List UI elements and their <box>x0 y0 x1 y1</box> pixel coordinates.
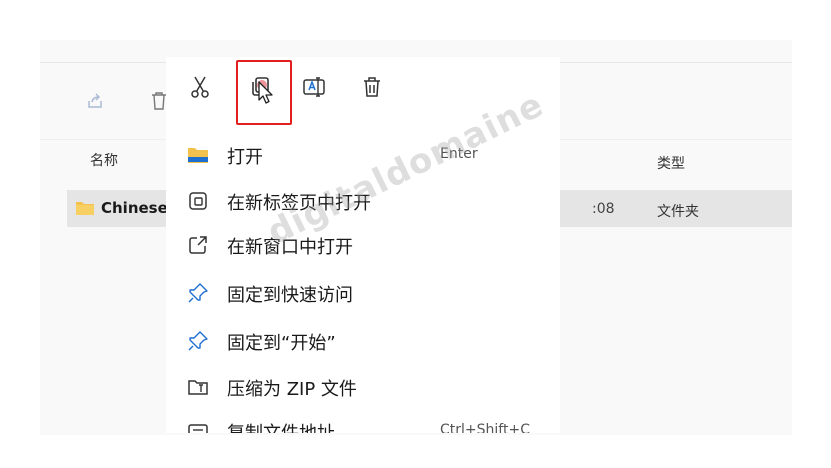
pin-icon <box>186 281 210 305</box>
folder-icon <box>186 143 210 167</box>
file-name: Chinese <box>101 199 168 217</box>
mouse-cursor-icon <box>258 81 276 109</box>
menu-item-label: 在新标签页中打开 <box>227 193 371 214</box>
menu-item-label: 复制文件地址 <box>227 419 335 433</box>
scissors-icon <box>189 75 211 103</box>
delete-button[interactable] <box>354 71 390 107</box>
context-menu-toolbar <box>166 57 560 135</box>
new-tab-icon <box>186 189 210 213</box>
open-external-icon <box>186 233 210 257</box>
menu-item-label: 固定到“开始” <box>227 333 336 354</box>
menu-item-open[interactable]: 打开 Enter <box>166 137 560 173</box>
menu-item-open-new-window[interactable]: 在新窗口中打开 <box>166 227 560 263</box>
cut-button[interactable] <box>182 71 218 107</box>
copy-path-icon <box>186 419 210 433</box>
rename-icon <box>302 76 326 102</box>
column-header-name[interactable]: 名称 <box>90 150 118 170</box>
context-menu: 打开 Enter 在新标签页中打开 在新窗口中打开 固定到快速访问 固定到“开始… <box>166 57 560 433</box>
share-icon[interactable] <box>84 90 106 112</box>
menu-item-label: 压缩为 ZIP 文件 <box>227 379 357 400</box>
menu-item-compress-zip[interactable]: 压缩为 ZIP 文件 <box>166 369 560 405</box>
menu-item-pin-start[interactable]: 固定到“开始” <box>166 323 560 359</box>
zip-icon <box>186 375 210 399</box>
menu-item-copy-path[interactable]: 复制文件地址 Ctrl+Shift+C <box>166 413 560 433</box>
pin-icon <box>186 329 210 353</box>
menu-item-label: 在新窗口中打开 <box>227 237 353 258</box>
menu-item-pin-quick-access[interactable]: 固定到快速访问 <box>166 275 560 311</box>
rename-button[interactable] <box>296 71 332 107</box>
menu-item-label: 固定到快速访问 <box>227 285 353 306</box>
trash-icon <box>362 76 382 102</box>
menu-item-label: 打开 <box>227 147 263 168</box>
column-header-type[interactable]: 类型 <box>657 153 685 173</box>
menu-item-shortcut: Ctrl+Shift+C <box>440 422 530 433</box>
menu-item-open-new-tab[interactable]: 在新标签页中打开 <box>166 183 560 219</box>
menu-item-shortcut: Enter <box>440 146 478 162</box>
file-type: 文件夹 <box>657 204 699 220</box>
modified-date: :08 <box>592 201 615 217</box>
folder-icon <box>75 200 95 220</box>
